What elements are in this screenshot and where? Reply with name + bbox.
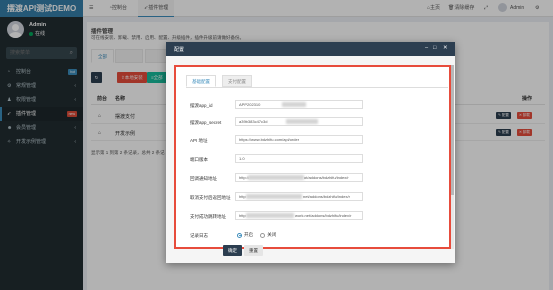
form-row-notify-url: 回调通知地址 ot/addons/bdzhifu/index/r <box>176 173 449 186</box>
field-label: 摆渡app_secret <box>190 120 222 125</box>
dialog-header: 配置 – □ ✕ <box>166 42 455 56</box>
scrollbar-thumb[interactable] <box>451 65 454 195</box>
close-icon[interactable]: ✕ <box>443 45 448 51</box>
log-on-radio[interactable] <box>237 232 242 238</box>
form-row-version: 端口版本 <box>176 154 449 167</box>
config-dialog: 配置 – □ ✕ 基础配置 支付配置 摆渡app_id 摆渡app_secret… <box>166 42 455 263</box>
redacted-mask <box>282 102 306 107</box>
tab-divider <box>186 87 448 88</box>
redacted-mask <box>246 213 294 218</box>
redacted-mask <box>286 119 318 124</box>
redacted-mask <box>246 194 302 199</box>
reset-button[interactable]: 重置 <box>244 245 263 256</box>
minimize-icon[interactable]: – <box>425 45 428 51</box>
field-value-suffix: net/addons/bdzhifu/index/r <box>303 194 350 199</box>
version-field[interactable] <box>235 154 363 163</box>
form-row-log: 记录日志 开启 关闭 <box>176 230 449 243</box>
form-row-success-url: 支付成功跳转地址 work.net/addons/bdzhifu/index/r <box>176 211 449 224</box>
field-label: 摆渡app_id <box>190 103 213 108</box>
field-label: 支付成功跳转地址 <box>190 214 226 219</box>
form-row-app-id: 摆渡app_id <box>176 100 449 113</box>
field-value-suffix: work.net/addons/bdzhifu/index/r <box>295 213 352 218</box>
field-value-suffix: ot/addons/bdzhifu/index/r <box>304 175 349 180</box>
field-label: 回调通知地址 <box>190 176 217 181</box>
api-url-field[interactable] <box>235 135 363 144</box>
config-form-panel: 基础配置 支付配置 摆渡app_id 摆渡app_secret API 地址 端… <box>174 65 451 249</box>
maximize-icon[interactable]: □ <box>433 45 436 51</box>
form-row-cancel-url: 取消支付后返回地址 net/addons/bdzhifu/index/r <box>176 192 449 205</box>
scrollbar[interactable] <box>451 65 454 249</box>
redacted-mask <box>248 175 304 180</box>
form-row-app-secret: 摆渡app_secret <box>176 117 449 130</box>
log-off-radio[interactable] <box>260 232 266 238</box>
log-radio-group: 开启 关闭 <box>237 232 282 238</box>
field-label: 记录日志 <box>190 233 208 238</box>
field-label: 取消支付后返回地址 <box>190 195 231 200</box>
field-label: API 地址 <box>190 138 208 143</box>
tab-basic-config[interactable]: 基础配置 <box>186 75 216 87</box>
tab-payment-config[interactable]: 支付配置 <box>222 75 252 87</box>
confirm-button[interactable]: 确定 <box>223 245 242 256</box>
dialog-title: 配置 <box>174 47 185 53</box>
field-label: 端口版本 <box>190 157 208 162</box>
dialog-body: 基础配置 支付配置 摆渡app_id 摆渡app_secret API 地址 端… <box>166 56 455 263</box>
form-row-api-url: API 地址 <box>176 135 449 148</box>
